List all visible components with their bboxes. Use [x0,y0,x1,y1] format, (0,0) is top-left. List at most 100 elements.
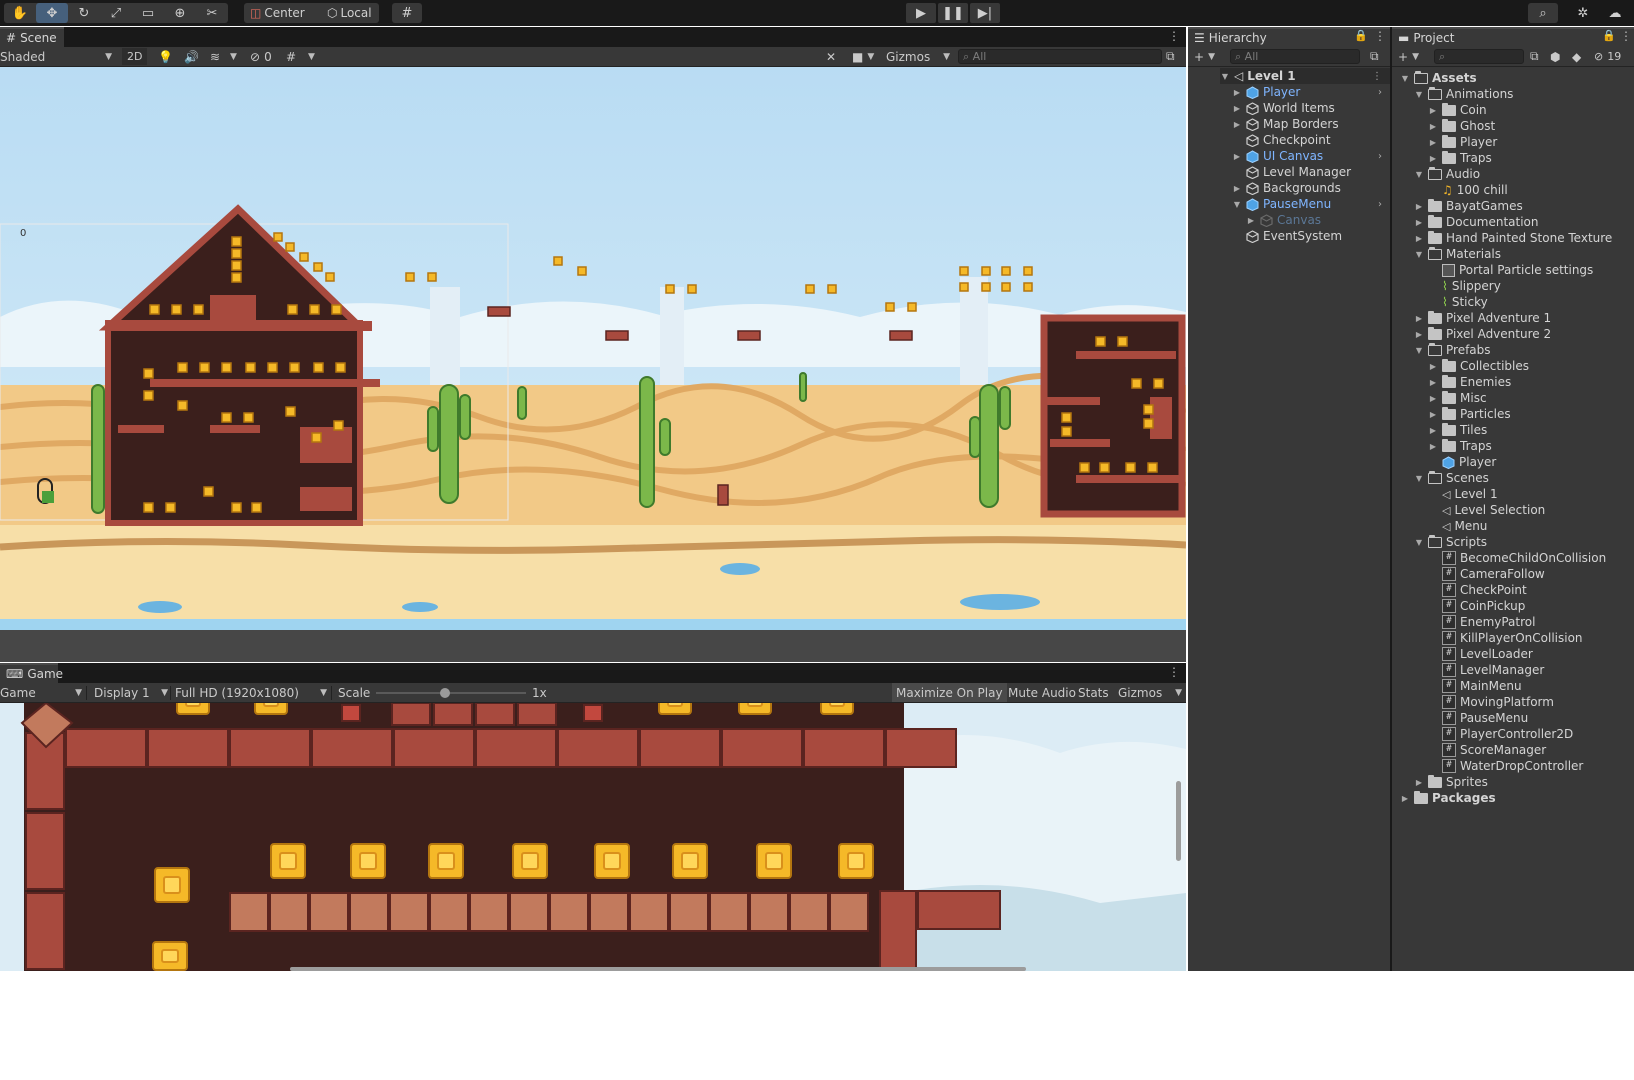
hierarchy-item[interactable]: ▶ UI Canvas › [1232,148,1390,164]
hand-icon[interactable]: ✋ [4,3,36,23]
effects-icon[interactable]: ≋ [210,47,220,66]
chevron-down-icon[interactable]: ▼ [1414,170,1424,179]
stats-toggle[interactable]: Stats [1078,683,1109,702]
chevron-right-icon[interactable]: ▶ [1232,152,1242,161]
transform-icon[interactable]: ⊕ [164,3,196,23]
tab-game[interactable]: ⌨ Game [0,663,63,683]
project-item[interactable]: ▶ Packages [1400,790,1496,806]
project-item[interactable]: ⌇ Sticky [1428,294,1488,310]
project-item[interactable]: ▶ Pixel Adventure 1 [1414,310,1551,326]
display-dropdown[interactable]: Display 1 ▼ [94,683,168,702]
project-item[interactable]: # LevelManager [1428,662,1544,678]
scene-visibility-toggle[interactable]: ⊘ 0 [250,47,272,66]
hidden-packages-toggle[interactable]: ⊘ 19 [1594,47,1621,66]
project-item[interactable]: # CheckPoint [1428,582,1527,598]
project-item[interactable]: ▼ Audio [1414,166,1480,182]
project-search-input[interactable]: ⌕ [1434,49,1524,64]
chevron-down-icon[interactable]: ▼ [1414,346,1424,355]
create-asset-button[interactable]: + ▼ [1398,47,1419,66]
chevron-down-icon[interactable]: ▼ [1414,250,1424,259]
chevron-right-icon[interactable]: › [1378,87,1382,98]
maximize-on-play-toggle[interactable]: Maximize On Play [892,683,1007,702]
chevron-right-icon[interactable]: ▶ [1400,794,1410,803]
project-item[interactable]: # CameraFollow [1428,566,1545,582]
cloud-icon[interactable]: ☁ [1600,3,1630,23]
project-item[interactable]: # BecomeChildOnCollision [1428,550,1606,566]
project-item[interactable]: ▶ Enemies [1428,374,1511,390]
project-item[interactable]: # PauseMenu [1428,710,1528,726]
mute-audio-toggle[interactable]: Mute Audio [1006,683,1078,702]
2d-toggle[interactable]: 2D [122,48,148,65]
tab-scene[interactable]: # Scene [0,27,64,47]
project-item[interactable]: # CoinPickup [1428,598,1525,614]
game-view-dropdown[interactable]: Game ▼ [0,683,82,702]
project-item[interactable]: # PlayerController2D [1428,726,1573,742]
lock-icon[interactable]: 🔒 [1354,29,1368,42]
project-item[interactable]: ▶ Coin [1428,102,1487,118]
custom-tool-icon[interactable]: ✂ [196,3,228,23]
search-icon[interactable]: ⌕ [1528,3,1558,23]
gizmos-dropdown[interactable]: Gizmos ▼ [886,47,950,66]
project-item[interactable]: # WaterDropController [1428,758,1583,774]
chevron-right-icon[interactable]: ▶ [1428,394,1438,403]
hierarchy-item[interactable]: ▼ PauseMenu › [1232,196,1390,212]
play-button[interactable]: ▶ [906,3,936,23]
lock-icon[interactable]: 🔒 [1602,29,1616,42]
chevron-right-icon[interactable]: ▶ [1414,778,1424,787]
rotate-icon[interactable]: ↻ [68,3,100,23]
hierarchy-item[interactable]: ▶ Player › [1232,84,1390,100]
hierarchy-search-input[interactable]: ⌕ All [1230,49,1360,64]
project-item[interactable]: # MovingPlatform [1428,694,1554,710]
chevron-right-icon[interactable]: ▶ [1414,202,1424,211]
kebab-menu-icon[interactable]: ⋮ [1168,29,1180,43]
project-item[interactable]: ⌇ Slippery [1428,278,1501,294]
game-gizmos-dropdown[interactable]: Gizmos ▼ [1118,683,1182,702]
project-item[interactable]: ▼ Materials [1414,246,1501,262]
project-item[interactable]: ▶ Particles [1428,406,1511,422]
chevron-right-icon[interactable]: ▶ [1428,362,1438,371]
kebab-menu-icon[interactable]: ⋮ [1168,665,1180,679]
chevron-right-icon[interactable]: ▶ [1428,410,1438,419]
chevron-right-icon[interactable]: ▶ [1428,122,1438,131]
project-item[interactable]: ◁ Level 1 [1428,486,1498,502]
chevron-down-icon[interactable]: ▼ [1232,200,1242,209]
project-item[interactable]: # KillPlayerOnCollision [1428,630,1583,646]
hierarchy-item[interactable]: Checkpoint [1232,132,1390,148]
hierarchy-item[interactable]: EventSystem [1232,228,1390,244]
kebab-menu-icon[interactable]: ⋮ [1374,29,1386,43]
camera-icon[interactable]: ■ ▼ [852,47,874,66]
project-item[interactable]: ▼ Prefabs [1414,342,1491,358]
hierarchy-search-options-icon[interactable]: ⧉ [1370,47,1379,66]
chevron-right-icon[interactable]: ▶ [1414,314,1424,323]
project-item[interactable]: # EnemyPatrol [1428,614,1535,630]
project-item[interactable]: ▶ Traps [1428,150,1492,166]
hierarchy-item[interactable]: ▶ Backgrounds [1232,180,1390,196]
tools-icon[interactable]: ✕ [826,47,836,66]
rect-icon[interactable]: ▭ [132,3,164,23]
hierarchy-item[interactable]: ▶ World Items [1232,100,1390,116]
project-item[interactable]: # LevelLoader [1428,646,1533,662]
add-object-button[interactable]: + ▼ [1194,47,1215,66]
chevron-right-icon[interactable]: ▶ [1428,426,1438,435]
project-item[interactable]: ◁ Menu [1428,518,1487,534]
chevron-right-icon[interactable]: ▶ [1428,138,1438,147]
pivot-center-button[interactable]: ◫ Center [244,3,321,23]
project-item[interactable]: ▼ Animations [1414,86,1513,102]
project-item[interactable]: ▶ Ghost [1428,118,1495,134]
chevron-right-icon[interactable]: ▶ [1246,216,1256,225]
search-by-type-icon[interactable]: ⧉ [1530,47,1539,66]
scale-slider-thumb[interactable] [440,688,450,698]
chevron-down-icon[interactable]: ▼ [1414,538,1424,547]
project-item[interactable]: # ScoreManager [1428,742,1546,758]
chevron-right-icon[interactable]: ▶ [1232,120,1242,129]
step-button[interactable]: ▶| [970,3,1000,23]
kebab-menu-icon[interactable]: ⋮ [1372,71,1382,82]
project-item[interactable]: ◁ Level Selection [1428,502,1545,518]
project-item[interactable]: # MainMenu [1428,678,1522,694]
resolution-dropdown[interactable]: Full HD (1920x1080) ▼ [175,683,327,702]
project-item[interactable]: ▶ BayatGames [1414,198,1523,214]
scale-icon[interactable]: ⤢ [100,3,132,23]
scene-search-input[interactable]: ⌕ All [958,49,1162,64]
project-item[interactable]: ▶ Collectibles [1428,358,1529,374]
chevron-right-icon[interactable]: ▶ [1232,88,1242,97]
